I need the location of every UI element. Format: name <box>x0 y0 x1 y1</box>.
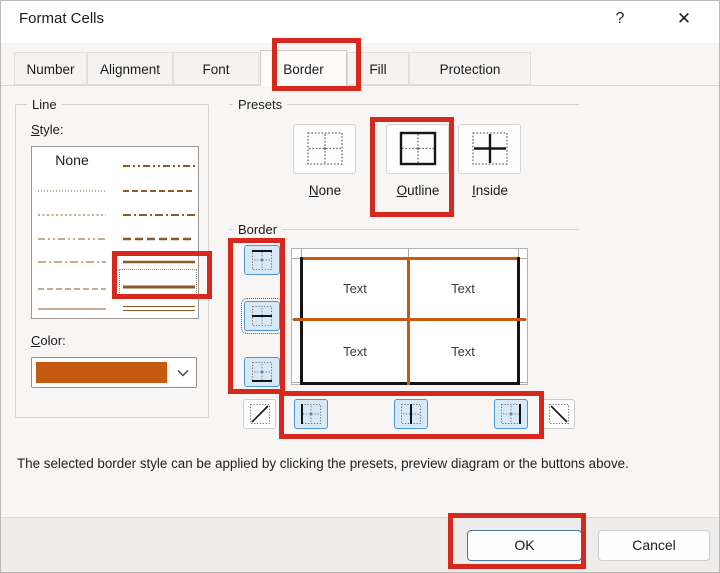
tab-border[interactable]: Border <box>260 50 347 87</box>
preview-cell-text: Text <box>451 281 475 296</box>
preview-middle-horizontal-border[interactable] <box>293 318 526 321</box>
border-top-icon <box>252 250 272 270</box>
tab-alignment[interactable]: Alignment <box>87 52 173 85</box>
preview-tick <box>301 249 302 257</box>
line-style-option-solid-thin[interactable] <box>38 300 106 310</box>
preview-cell-text: Text <box>343 344 367 359</box>
color-dropdown[interactable] <box>31 357 197 388</box>
line-style-option-double[interactable] <box>123 300 195 311</box>
tab-protection[interactable]: Protection <box>409 52 531 85</box>
tab-fill[interactable]: Fill <box>347 52 409 85</box>
preview-right-border[interactable] <box>517 257 520 385</box>
preview-middle-vertical-border[interactable] <box>407 257 410 385</box>
preset-none-label: None <box>308 183 342 198</box>
tab-number[interactable]: Number <box>14 52 87 85</box>
line-style-option-dash-dot[interactable] <box>38 253 106 263</box>
line-style-option-dash-md[interactable] <box>123 182 195 192</box>
preview-cell-text: Text <box>451 344 475 359</box>
border-button-left[interactable] <box>294 399 328 429</box>
preset-none-button[interactable] <box>293 124 356 174</box>
line-style-option-dot-fine[interactable] <box>38 182 106 192</box>
border-button-bottom[interactable] <box>244 357 280 387</box>
preview-tick <box>520 382 527 383</box>
line-style-option-solid-md[interactable] <box>123 253 195 264</box>
color-swatch <box>36 362 167 383</box>
help-icon[interactable]: ? <box>605 6 635 32</box>
border-outline-icon <box>399 131 436 166</box>
preview-tick <box>518 249 519 257</box>
border-button-diag-down[interactable] <box>542 399 575 429</box>
line-style-option-dash-dot-dot[interactable] <box>38 230 106 240</box>
border-button-mid-h[interactable] <box>241 298 283 334</box>
preview-cell-text: Text <box>343 281 367 296</box>
border-inside-icon <box>471 132 508 165</box>
border-bottom-icon <box>252 362 272 382</box>
chevron-down-icon[interactable] <box>177 369 189 377</box>
line-style-listbox[interactable]: None <box>31 146 199 319</box>
preview-bottom-border[interactable] <box>300 382 520 385</box>
preset-outline-label: Outline <box>396 183 440 198</box>
close-icon[interactable]: ✕ <box>669 6 699 32</box>
preview-tick <box>292 258 300 259</box>
line-style-option-dot[interactable] <box>38 206 106 216</box>
preview-left-border[interactable] <box>300 257 303 385</box>
border-diag-down-icon <box>548 404 569 424</box>
border-preview-diagram[interactable]: Text Text Text Text <box>291 248 528 385</box>
preview-top-border[interactable] <box>300 257 520 260</box>
line-style-none-option[interactable]: None <box>38 152 106 168</box>
cancel-button[interactable]: Cancel <box>598 530 710 561</box>
line-style-option-dash-dot-dot-md[interactable] <box>123 157 195 167</box>
helper-text: The selected border style can be applied… <box>17 456 629 471</box>
line-style-option-dash-dot-md[interactable] <box>123 206 195 216</box>
border-button-top[interactable] <box>244 245 280 275</box>
format-cells-dialog: Format Cells ? ✕ Number Alignment Font B… <box>0 0 720 573</box>
style-label: Style: <box>31 122 64 137</box>
preview-tick <box>408 249 409 257</box>
border-right-icon <box>501 404 521 424</box>
border-none-icon <box>306 132 343 165</box>
preview-tick <box>292 382 300 383</box>
presets-group-label: Presets <box>233 97 288 112</box>
preview-tick <box>520 258 527 259</box>
border-button-diag-up[interactable] <box>243 399 276 429</box>
tab-font[interactable]: Font <box>173 52 259 85</box>
line-style-option-dash-lg-md[interactable] <box>123 230 195 241</box>
border-mid-h-icon <box>252 306 272 326</box>
border-diag-up-icon <box>249 404 270 424</box>
line-group-label: Line <box>27 97 62 112</box>
border-group-label: Border <box>233 222 283 237</box>
color-label: Color: <box>31 333 66 348</box>
preset-outline-button[interactable] <box>386 124 449 174</box>
border-left-icon <box>301 404 321 424</box>
dialog-title: Format Cells <box>19 10 105 27</box>
ok-button[interactable]: OK <box>467 530 582 561</box>
line-style-option-dash[interactable] <box>38 280 106 290</box>
line-style-option-solid-selected[interactable] <box>123 278 195 289</box>
preset-inside-label: Inside <box>471 183 509 198</box>
border-mid-v-icon <box>401 404 421 424</box>
border-button-right[interactable] <box>494 399 528 429</box>
border-button-mid-v[interactable] <box>394 399 428 429</box>
preset-inside-button[interactable] <box>458 124 521 174</box>
